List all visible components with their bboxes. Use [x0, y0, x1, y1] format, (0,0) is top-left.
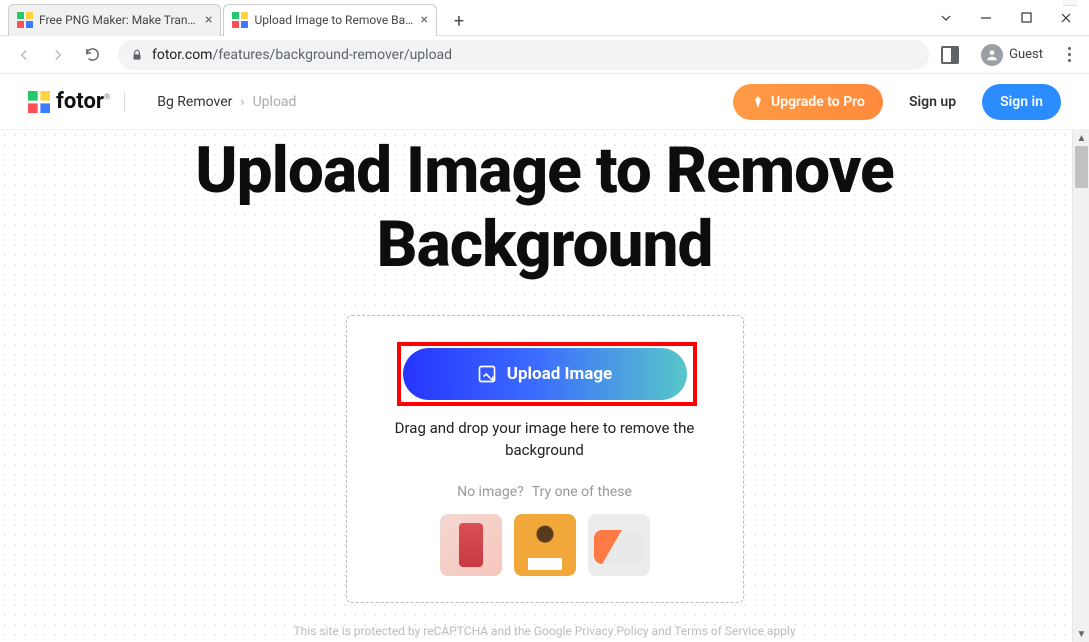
signup-button[interactable]: Sign up [891, 84, 974, 120]
browser-tab-1[interactable]: Free PNG Maker: Make Transp × [8, 4, 221, 36]
breadcrumb: Bg Remover › Upload [157, 94, 296, 110]
close-window-icon[interactable] [1059, 11, 1073, 25]
nav-back-icon[interactable] [10, 41, 38, 69]
fotor-favicon-icon [232, 12, 248, 28]
upload-image-icon [477, 364, 497, 384]
sample-image-cosmetic[interactable] [440, 514, 502, 576]
address-bar: fotor.com/features/background-remover/up… [0, 36, 1089, 74]
drop-instruction-text: Drag and drop your image here to remove … [371, 418, 719, 462]
sample-prompt: No image?Try one of these [371, 484, 719, 500]
scroll-up-icon[interactable]: ▲ [1073, 130, 1089, 146]
hero-section: Upload Image to RemoveBackground Upload … [0, 130, 1089, 603]
sample-image-shoe[interactable] [588, 514, 650, 576]
fotor-logo-icon [28, 91, 50, 113]
tab-title: Free PNG Maker: Make Transp [39, 13, 199, 27]
nav-reload-icon[interactable] [78, 41, 106, 69]
breadcrumb-root[interactable]: Bg Remover [157, 94, 232, 110]
vertical-scrollbar[interactable]: ▲ ▼ [1072, 130, 1089, 642]
divider [124, 92, 125, 112]
lock-icon [130, 48, 144, 62]
browser-menu-icon[interactable] [1059, 47, 1079, 62]
url-text: fotor.com/features/background-remover/up… [152, 47, 452, 63]
browser-tabs: Free PNG Maker: Make Transp × Upload Ima… [0, 0, 923, 36]
signin-button[interactable]: Sign in [982, 84, 1061, 120]
diamond-icon [751, 95, 765, 109]
url-input[interactable]: fotor.com/features/background-remover/up… [118, 40, 929, 70]
sample-images-row [371, 514, 719, 576]
app-header: fotor® Bg Remover › Upload Upgrade to Pr… [0, 74, 1089, 130]
nav-forward-icon[interactable] [44, 41, 72, 69]
chevron-right-icon: › [240, 94, 244, 110]
scrollbar-thumb[interactable] [1075, 146, 1088, 188]
scroll-down-icon[interactable]: ▼ [1073, 626, 1089, 642]
side-panel-icon[interactable] [941, 46, 959, 64]
browser-titlebar: Free PNG Maker: Make Transp × Upload Ima… [0, 0, 1089, 36]
page-content: Upload Image to RemoveBackground Upload … [0, 130, 1089, 642]
minimize-icon[interactable] [979, 11, 993, 25]
page-title: Upload Image to RemoveBackground [0, 134, 1089, 281]
upload-dropzone[interactable]: Upload Image Drag and drop your image he… [346, 315, 744, 603]
avatar-icon [981, 44, 1003, 66]
breadcrumb-current: Upload [253, 94, 297, 110]
upgrade-button[interactable]: Upgrade to Pro [733, 84, 883, 120]
fotor-favicon-icon [17, 12, 33, 28]
sample-image-person[interactable] [514, 514, 576, 576]
profile-button[interactable]: Guest [975, 44, 1049, 66]
profile-label: Guest [1009, 47, 1043, 62]
chevron-down-icon[interactable] [939, 11, 953, 25]
tab-close-icon[interactable]: × [205, 12, 212, 28]
upload-image-button[interactable]: Upload Image [403, 348, 687, 400]
tab-close-icon[interactable]: × [420, 12, 427, 28]
fotor-logo[interactable]: fotor® [28, 89, 110, 114]
recaptcha-notice: This site is protected by reCAPTCHA and … [0, 620, 1089, 642]
window-controls [923, 11, 1089, 25]
maximize-icon[interactable] [1019, 11, 1033, 25]
new-tab-button[interactable]: + [445, 8, 473, 36]
tab-title: Upload Image to Remove Back [254, 13, 414, 27]
browser-tab-2-active[interactable]: Upload Image to Remove Back × [223, 4, 436, 36]
